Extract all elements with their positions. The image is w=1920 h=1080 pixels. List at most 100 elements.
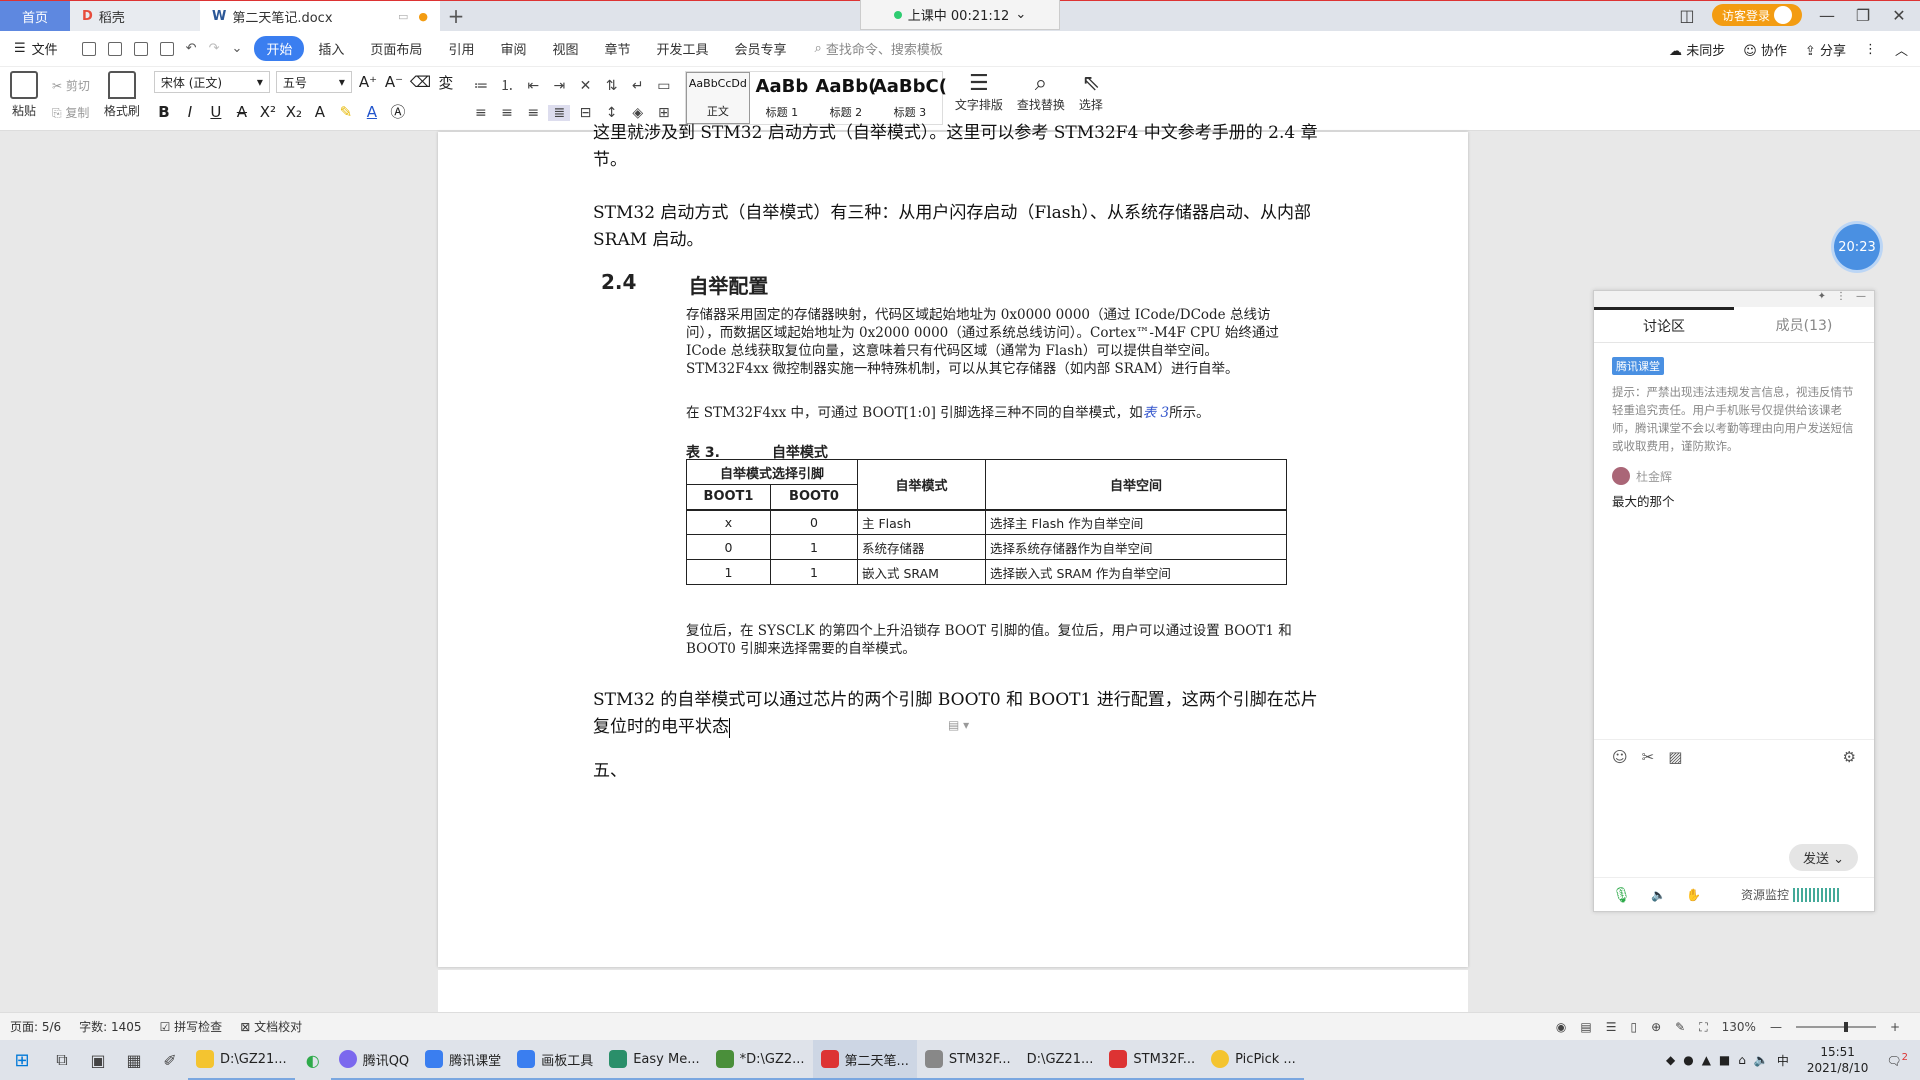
more-options-icon[interactable]: ⋮ <box>1864 42 1877 57</box>
hand-icon[interactable]: ✋ <box>1686 888 1701 902</box>
layout-icon[interactable]: ◫ <box>1676 6 1698 25</box>
proofread-button[interactable]: ⊠ 文档校对 <box>240 1018 302 1035</box>
tray-app-icon[interactable]: ▲ <box>1702 1053 1711 1067</box>
align-right-icon[interactable]: ≡ <box>522 105 544 121</box>
bullet-list-icon[interactable]: ≔ <box>470 78 492 94</box>
font-size-select[interactable]: 五号 ▾ <box>275 71 352 93</box>
fit-page-icon[interactable]: ⛶ <box>1699 1020 1707 1035</box>
style-heading-1[interactable]: AaBb 标题 1 <box>750 72 814 124</box>
paragraph-boot-modes[interactable]: STM32 启动方式（自举模式）有三种：从用户闪存启动（Flash）、从系统存储… <box>593 200 1318 254</box>
browser-icon[interactable]: ◐ <box>295 1051 331 1070</box>
more-options-icon[interactable]: ⋮ <box>1836 291 1846 307</box>
line-spacing-icon[interactable]: ↕ <box>601 105 623 121</box>
menu-item-start[interactable]: 开始 <box>254 36 305 61</box>
zoom-in-button[interactable]: + <box>1890 1020 1900 1034</box>
menu-item-insert[interactable]: 插入 <box>306 36 356 61</box>
taskbar-app[interactable]: D:\GZ21... <box>188 1040 295 1080</box>
subscript-icon[interactable]: X₂ <box>284 103 304 121</box>
file-menu[interactable]: ☰ 文件 <box>14 39 58 58</box>
menu-item-developer[interactable]: 开发工具 <box>645 36 721 61</box>
align-center-icon[interactable]: ≡ <box>496 105 518 121</box>
strikethrough-icon[interactable]: A <box>232 103 252 121</box>
sort-icon[interactable]: ⇅ <box>601 78 623 94</box>
superscript-icon[interactable]: X² <box>258 103 278 121</box>
style-heading-3[interactable]: AaBbC( 标题 3 <box>873 72 947 124</box>
menu-item-view[interactable]: 视图 <box>540 36 590 61</box>
print-icon[interactable] <box>133 41 148 56</box>
speaker-icon[interactable]: 🔈 <box>1651 888 1666 902</box>
underline-icon[interactable]: U <box>206 103 226 121</box>
tab-docer[interactable]: D 稻壳 <box>70 1 200 31</box>
clear-format-icon[interactable]: ⌫ <box>410 73 431 91</box>
taskbar-app[interactable]: *D:\GZ2... <box>707 1040 813 1080</box>
guest-login-button[interactable]: 访客登录 <box>1711 4 1802 26</box>
send-button[interactable]: 发送 ⌄ <box>1788 844 1858 871</box>
windows-start-icon[interactable]: ⊞ <box>0 1050 44 1071</box>
taskbar-app[interactable]: 画板工具 <box>509 1040 602 1080</box>
tab-members[interactable]: 成员(13) <box>1734 307 1874 342</box>
app-icon[interactable]: ▣ <box>80 1051 116 1070</box>
bold-icon[interactable]: B <box>154 103 174 121</box>
taskbar-app[interactable]: 腾讯QQ <box>330 1040 418 1080</box>
pin-icon[interactable]: ✦ <box>1818 291 1826 307</box>
eye-protection-icon[interactable]: ◉ <box>1556 1020 1566 1034</box>
redo-icon[interactable]: ↷ <box>209 41 220 56</box>
web-view-icon[interactable]: ⊕ <box>1651 1020 1661 1034</box>
zoom-slider[interactable] <box>1795 1022 1876 1032</box>
select-button[interactable]: ⇖ 选择 <box>1079 71 1103 113</box>
class-timer[interactable]: 20:23 <box>1834 224 1880 270</box>
table-tool-icon[interactable]: ▭ <box>653 78 675 94</box>
export-icon[interactable] <box>107 41 122 56</box>
tab-home[interactable]: 首页 <box>0 1 70 31</box>
print-preview-icon[interactable] <box>159 41 174 56</box>
class-status-bar[interactable]: 上课中 00:21:12 ⌄ <box>860 0 1060 30</box>
save-icon[interactable] <box>81 41 96 56</box>
close-button[interactable]: ✕ <box>1888 6 1910 25</box>
paragraph-config[interactable]: STM32 的自举模式可以通过芯片的两个引脚 BOOT0 和 BOOT1 进行配… <box>593 687 1318 741</box>
emoji-icon[interactable]: ☺ <box>1612 748 1628 766</box>
style-heading-2[interactable]: AaBb( 标题 2 <box>814 72 878 124</box>
tray-app-icon[interactable]: ◆ <box>1666 1053 1675 1067</box>
paragraph-intro[interactable]: 这里就涉及到 STM32 启动方式（自举模式）。这里可以参考 STM32F4 中… <box>593 120 1318 174</box>
font-color-icon[interactable]: A <box>362 103 382 121</box>
calculator-icon[interactable]: ▦ <box>116 1051 152 1070</box>
paint-icon[interactable]: ✐ <box>152 1051 188 1070</box>
image-icon[interactable]: ▨ <box>1668 748 1682 766</box>
cut-button[interactable]: ✂ 剪切 <box>52 77 90 94</box>
taskbar-app[interactable]: D:\GZ21... <box>1018 1040 1102 1080</box>
write-mode-icon[interactable]: ✎ <box>1675 1020 1685 1034</box>
increase-indent-icon[interactable]: ⇥ <box>548 78 570 94</box>
scissors-icon[interactable]: ✂ <box>1642 748 1655 766</box>
network-icon[interactable]: ⌂ <box>1738 1053 1746 1067</box>
gear-icon[interactable]: ⚙ <box>1843 748 1856 766</box>
avatar[interactable] <box>1612 467 1630 485</box>
task-view-icon[interactable]: ⧉ <box>44 1050 80 1070</box>
zoom-level[interactable]: 130% <box>1722 1020 1756 1034</box>
highlight-icon[interactable]: ✎ <box>336 103 356 121</box>
minimize-button[interactable]: — <box>1816 6 1838 25</box>
sync-button[interactable]: ☁ 未同步 <box>1669 40 1725 59</box>
style-normal[interactable]: AaBbCcDd 正文 <box>685 72 750 124</box>
justify-icon[interactable]: ≣ <box>548 105 571 121</box>
more-icon[interactable]: ⌄ <box>231 41 242 56</box>
collapse-ribbon-icon[interactable]: ︿ <box>1895 40 1908 59</box>
char-border-icon[interactable]: Ⓐ <box>388 101 408 122</box>
volume-icon[interactable]: 🔈 <box>1754 1053 1769 1067</box>
command-search[interactable]: ⌕ 查找命令、搜索模板 <box>815 39 943 58</box>
notification-center-icon[interactable]: 🗨2 <box>1886 1052 1908 1068</box>
menu-item-chapter[interactable]: 章节 <box>592 36 642 61</box>
menu-item-member[interactable]: 会员专享 <box>723 36 799 61</box>
taskbar-app[interactable]: Easy Me... <box>601 1040 708 1080</box>
grow-font-icon[interactable]: A⁺ <box>358 73 378 91</box>
italic-icon[interactable]: I <box>180 103 200 121</box>
restore-button[interactable]: ❐ <box>1852 6 1874 25</box>
text-effect-icon[interactable]: A <box>310 103 330 121</box>
distributed-icon[interactable]: ⊟ <box>574 105 596 121</box>
document-page[interactable]: 这里就涉及到 STM32 启动方式（自举模式）。这里可以参考 STM32F4 中… <box>438 123 1468 967</box>
minimize-icon[interactable]: — <box>1856 291 1866 307</box>
tab-document[interactable]: W 第二天笔记.docx ▭ ● <box>200 1 440 31</box>
decrease-indent-icon[interactable]: ⇤ <box>522 78 544 94</box>
tab-discussion[interactable]: 讨论区 <box>1594 307 1734 342</box>
taskbar-app[interactable]: PicPick ... <box>1203 1040 1304 1080</box>
system-clock[interactable]: 15:51 2021/8/10 <box>1807 1044 1869 1076</box>
